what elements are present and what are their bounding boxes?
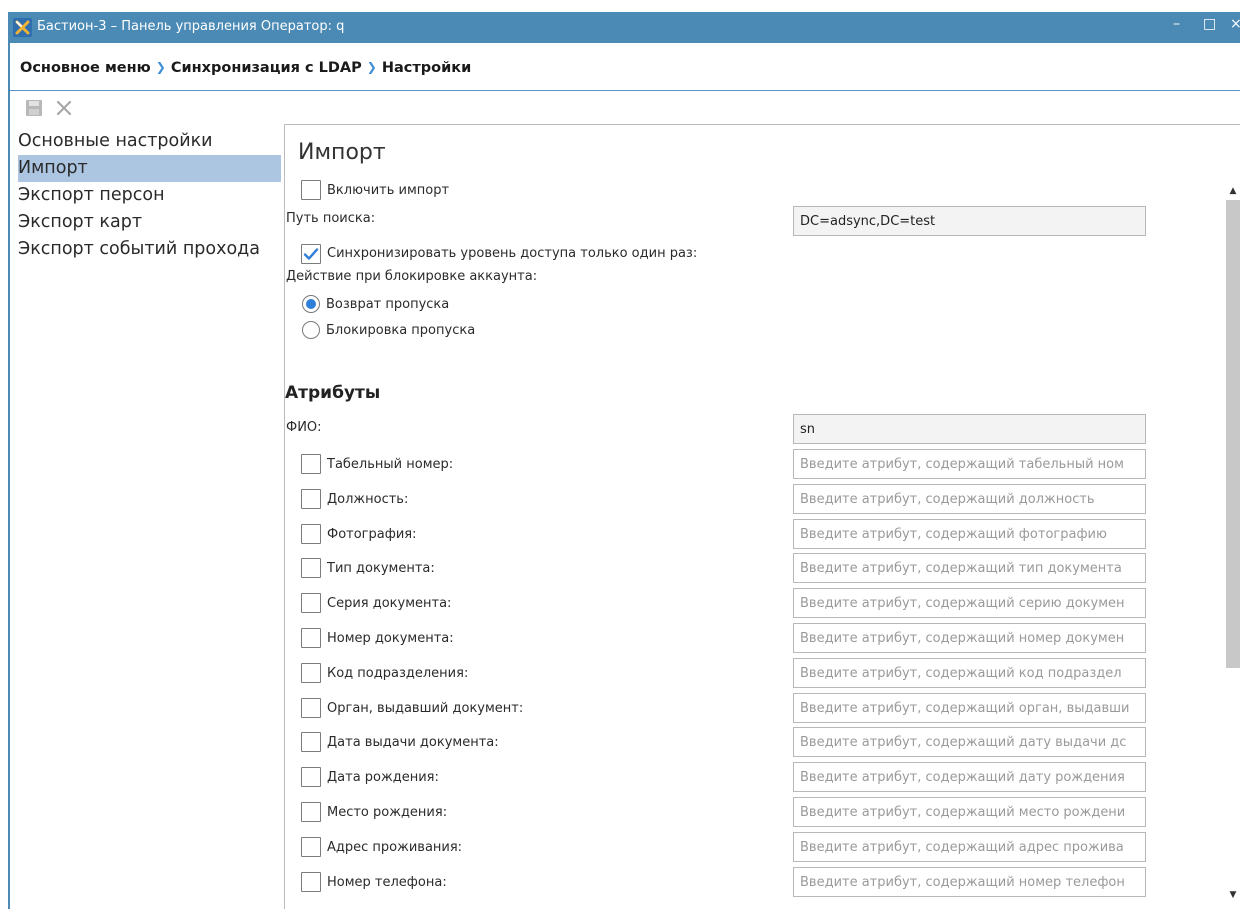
scroll-up-arrow-icon[interactable]: ▲ <box>1226 184 1240 198</box>
attribute-label: Номер телефона: <box>327 875 447 890</box>
attribute-input[interactable] <box>793 762 1146 792</box>
attribute-label: Дата рождения: <box>327 770 439 785</box>
attributes-heading: Атрибуты <box>285 383 381 403</box>
radio-block-pass[interactable] <box>302 321 320 339</box>
attribute-label: Тип документа: <box>327 561 435 576</box>
search-path-input[interactable] <box>793 206 1146 236</box>
title-bar[interactable]: Бастион-3 – Панель управления Оператор: … <box>8 12 1240 43</box>
page-title: Импорт <box>298 140 386 165</box>
attribute-label: Табельный номер: <box>327 457 454 472</box>
attribute-input[interactable] <box>793 658 1146 688</box>
nav-item-export-cards[interactable]: Экспорт карт <box>18 209 281 236</box>
attribute-input[interactable] <box>793 623 1146 653</box>
fio-input[interactable] <box>793 414 1146 444</box>
attribute-label: Фотография: <box>327 527 417 542</box>
scroll-down-arrow-icon[interactable]: ▼ <box>1226 888 1240 902</box>
attribute-input[interactable] <box>793 519 1146 549</box>
attribute-checkbox[interactable] <box>301 837 321 857</box>
chevron-right-icon: ❯ <box>155 60 166 74</box>
attribute-input[interactable] <box>793 727 1146 757</box>
attribute-checkbox[interactable] <box>301 767 321 787</box>
attribute-label: Место рождения: <box>327 805 448 820</box>
attribute-label: Адрес проживания: <box>327 840 463 855</box>
attribute-checkbox[interactable] <box>301 732 321 752</box>
attribute-input[interactable] <box>793 484 1146 514</box>
app-window: Бастион-3 – Панель управления Оператор: … <box>0 0 1240 909</box>
breadcrumb-settings: Настройки <box>381 60 472 76</box>
attribute-input[interactable] <box>793 449 1146 479</box>
attribute-checkbox[interactable] <box>301 558 321 578</box>
scrollbar-thumb[interactable] <box>1226 200 1240 668</box>
nav-item-general-settings[interactable]: Основные настройки <box>18 128 281 155</box>
radio-block-pass-label: Блокировка пропуска <box>326 323 476 338</box>
enable-import-checkbox[interactable] <box>301 180 321 200</box>
breadcrumb-divider <box>10 90 1240 91</box>
block-action-label: Действие при блокировке аккаунта: <box>286 269 538 284</box>
maximize-button[interactable]: □ <box>1203 16 1216 32</box>
attribute-label: Серия документа: <box>327 596 452 611</box>
breadcrumb-ldap-sync[interactable]: Синхронизация с LDAP <box>171 60 362 76</box>
attribute-input[interactable] <box>793 553 1146 583</box>
radio-return-pass[interactable] <box>302 295 320 313</box>
attribute-input[interactable] <box>793 797 1146 827</box>
attribute-label: Дата выдачи документа: <box>327 735 499 750</box>
tools-icon <box>13 18 32 37</box>
window-frame <box>8 43 10 909</box>
attribute-checkbox[interactable] <box>301 489 321 509</box>
close-window-button[interactable]: × <box>1230 16 1240 32</box>
attribute-checkbox[interactable] <box>301 802 321 822</box>
attribute-checkbox[interactable] <box>301 524 321 544</box>
window-title: Бастион-3 – Панель управления Оператор: … <box>37 19 345 34</box>
checkmark-icon <box>303 248 319 260</box>
settings-nav: Основные настройки Импорт Экспорт персон… <box>18 128 281 263</box>
attribute-label: Должность: <box>327 492 409 507</box>
attribute-checkbox[interactable] <box>301 628 321 648</box>
nav-item-import[interactable]: Импорт <box>18 155 281 182</box>
sync-access-once-label: Синхронизировать уровень доступа только … <box>327 246 698 261</box>
breadcrumb: Основное меню ❯ Синхронизация с LDAP ❯ Настр… <box>20 60 471 76</box>
attribute-checkbox[interactable] <box>301 593 321 613</box>
attribute-label: Номер документа: <box>327 631 454 646</box>
fio-label: ФИО: <box>286 420 322 435</box>
attribute-checkbox[interactable] <box>301 698 321 718</box>
attribute-input[interactable] <box>793 867 1146 897</box>
minimize-button[interactable]: – <box>1173 16 1180 32</box>
breadcrumb-main-menu[interactable]: Основное меню <box>20 60 151 76</box>
close-icon[interactable] <box>55 99 73 117</box>
nav-item-export-persons[interactable]: Экспорт персон <box>18 182 281 209</box>
chevron-right-icon: ❯ <box>366 60 377 74</box>
save-icon[interactable] <box>25 99 43 117</box>
sync-access-once-checkbox[interactable] <box>301 244 321 264</box>
attribute-label: Орган, выдавший документ: <box>327 701 524 716</box>
search-path-label: Путь поиска: <box>286 211 376 226</box>
attribute-checkbox[interactable] <box>301 663 321 683</box>
radio-return-pass-label: Возврат пропуска <box>326 297 450 312</box>
attribute-input[interactable] <box>793 832 1146 862</box>
attribute-input[interactable] <box>793 693 1146 723</box>
attribute-checkbox[interactable] <box>301 454 321 474</box>
nav-item-export-pass-events[interactable]: Экспорт событий прохода <box>18 236 281 263</box>
enable-import-label: Включить импорт <box>327 183 450 198</box>
attribute-input[interactable] <box>793 588 1146 618</box>
attribute-label: Код подразделения: <box>327 666 469 681</box>
attribute-checkbox[interactable] <box>301 872 321 892</box>
